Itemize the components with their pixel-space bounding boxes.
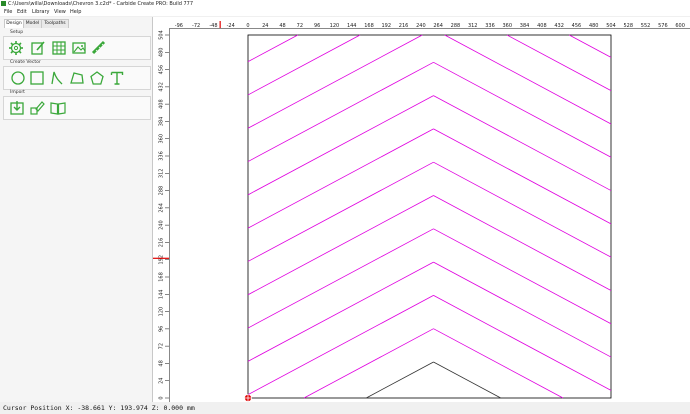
cursor-position-readout: Cursor Position X: -38.661 Y: 193.974 Z:… — [3, 404, 195, 412]
chevron-line-left — [247, 195, 434, 296]
window-title: C:\Users\willa\Downloads\Chevron 3.c2d* … — [8, 1, 194, 7]
ruler-tick-label: 144 — [159, 290, 165, 300]
edit-page-icon[interactable] — [30, 40, 46, 56]
menu-bar: File Edit Library View Help — [0, 8, 690, 16]
chevron-line-left — [247, 34, 423, 129]
chevron-line-right — [433, 361, 501, 399]
ruler-tick-label: 480 — [159, 48, 165, 58]
ruler-tick-label: 264 — [159, 203, 165, 213]
app-icon — [1, 1, 6, 6]
image-icon[interactable] — [71, 40, 87, 56]
import-icon[interactable] — [9, 100, 25, 116]
chevron-line-left — [247, 34, 298, 62]
chevron-line-left — [247, 128, 434, 229]
stock-boundary — [247, 34, 612, 399]
ruler-icon[interactable] — [91, 40, 107, 56]
design-canvas-drawing — [244, 34, 612, 402]
rectangle-icon[interactable] — [29, 70, 45, 86]
grid-icon[interactable] — [51, 40, 67, 56]
tab-model[interactable]: Model — [23, 19, 42, 28]
chevron-line-left — [366, 361, 434, 399]
ruler-tick-label: 24 — [159, 378, 165, 384]
horizontal-ruler-scale: -96 -72 -48 -24 0 24 48 72 96 120 144 168 192 216 240 2… — [175, 21, 685, 28]
ruler-tick-label: 504 — [159, 30, 165, 40]
ruler-tick-label: 72 — [159, 343, 165, 349]
menu-view[interactable]: View — [54, 8, 66, 16]
section-import-title: Import — [10, 90, 25, 95]
library-book-icon[interactable] — [50, 100, 66, 116]
ruler-tick-label: 336 — [159, 151, 165, 161]
vertical-ruler: 504 480 456 432 408 384 360 336 312 288 264 240 216 1… — [153, 28, 170, 402]
chevron-line-left — [247, 34, 361, 96]
ruler-tick-label: 168 — [159, 272, 165, 282]
chevron-line-left — [303, 328, 434, 399]
ruler-tick-label: 48 — [159, 360, 165, 366]
ruler-tick-label: 456 — [159, 65, 165, 75]
ruler-tick-label: 312 — [159, 169, 165, 179]
ruler-tick-label: 432 — [159, 82, 165, 92]
horizontal-ruler: -96 -72 -48 -24 0 24 48 72 96 120 144 168 192 216 240 2… — [153, 17, 690, 29]
ruler-tick-label: 288 — [159, 186, 165, 196]
menu-file[interactable]: File — [4, 8, 12, 16]
chevron-line-left — [247, 161, 434, 262]
setup-tool-group — [3, 36, 151, 60]
design-canvas[interactable] — [170, 29, 690, 402]
status-bar: Cursor Position X: -38.661 Y: 193.974 Z:… — [0, 402, 690, 414]
ruler-tick-label: 120 — [159, 307, 165, 317]
chevron-line-right — [444, 34, 612, 125]
ruler-tick-label: 96 — [159, 326, 165, 332]
tab-design[interactable]: Design — [4, 19, 24, 28]
chevron-line-left — [247, 295, 434, 395]
chevron-line-left — [247, 228, 434, 329]
ruler-tick-label: 192 — [159, 255, 165, 265]
text-icon[interactable] — [109, 70, 125, 86]
menu-help[interactable]: Help — [70, 8, 81, 16]
ruler-tick-label: 216 — [159, 238, 165, 248]
tab-toolpaths[interactable]: Toolpaths — [41, 19, 69, 28]
circle-icon[interactable] — [10, 70, 26, 86]
pentagon-icon[interactable] — [89, 70, 105, 86]
chevron-line-right — [506, 34, 612, 92]
chevron-line-left — [247, 261, 434, 362]
ruler-tick-label: 408 — [159, 99, 165, 109]
ruler-tick-label: 360 — [159, 134, 165, 144]
chevron-line-right — [433, 328, 564, 399]
ruler-tick-label: 240 — [159, 220, 165, 230]
create-vector-tool-group — [3, 66, 151, 90]
chevron-line-right — [569, 34, 612, 58]
ruler-tick-label: 0 — [159, 396, 165, 399]
vertical-ruler-scale: 5044804564324083843603363122882642402161… — [153, 30, 169, 400]
menu-library[interactable]: Library — [32, 8, 49, 16]
trace-icon[interactable] — [29, 100, 45, 116]
ruler-tick-label: 384 — [159, 117, 165, 127]
section-setup-title: Setup — [10, 30, 24, 35]
import-tool-group — [3, 96, 151, 120]
section-create-vector-title: Create Vector — [10, 60, 41, 65]
chevron-line-left — [247, 95, 434, 196]
polygon-icon[interactable] — [69, 70, 85, 86]
menu-edit[interactable]: Edit — [17, 8, 27, 16]
curve-icon[interactable] — [49, 70, 65, 86]
title-bar: C:\Users\willa\Downloads\Chevron 3.c2d* … — [0, 0, 690, 8]
gear-icon[interactable] — [8, 40, 24, 56]
chevron-line-left — [247, 61, 434, 162]
